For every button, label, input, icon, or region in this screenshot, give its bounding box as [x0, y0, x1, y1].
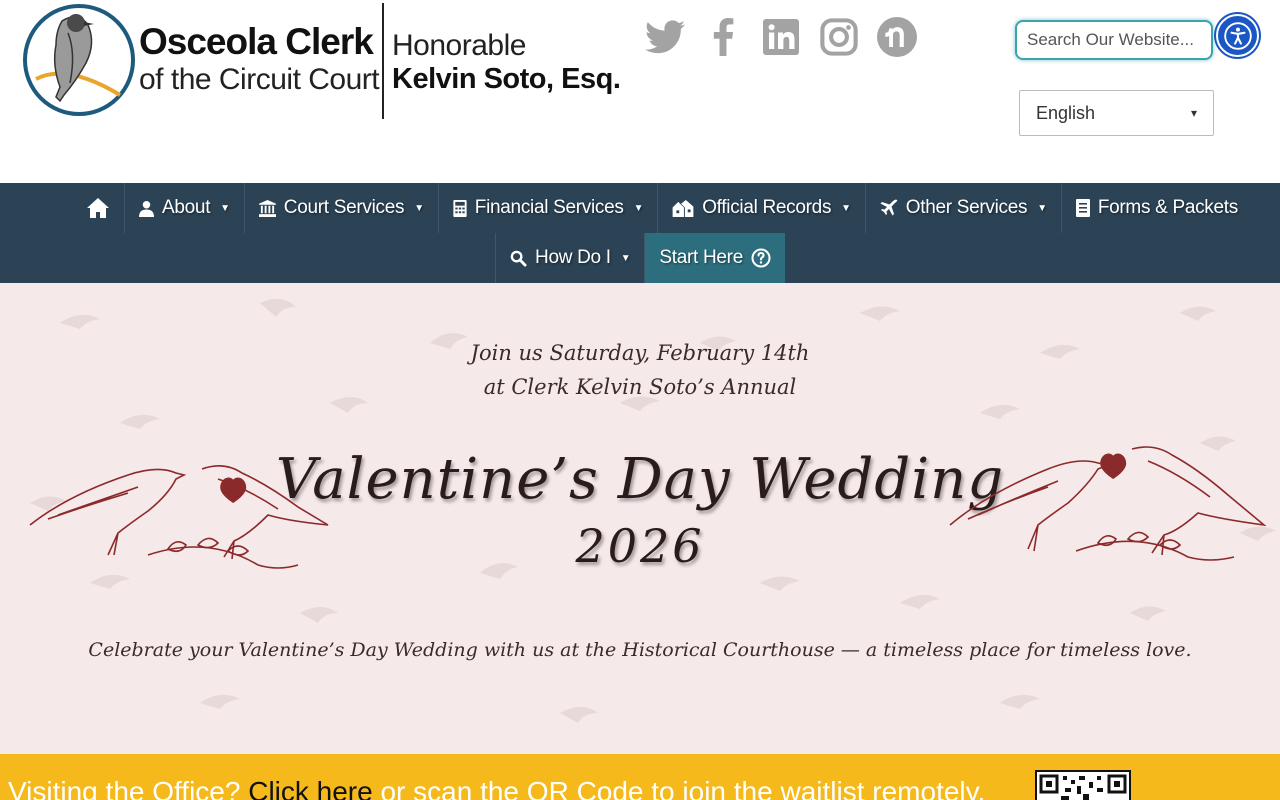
site-header: Osceola Clerk of the Circuit Court Honor… [0, 0, 1280, 183]
chevron-down-icon: ▼ [841, 202, 851, 214]
logo-clerk-name: Kelvin Soto, Esq. [392, 63, 621, 95]
nav-item-start-here[interactable]: Start Here [644, 233, 785, 283]
nav-item-court-services[interactable]: Court Services ▼ [243, 183, 438, 233]
courthouse-icon [258, 199, 276, 217]
site-logo[interactable]: Osceola Clerk of the Circuit Court Honor… [22, 3, 621, 121]
calculator-icon [453, 199, 467, 217]
hero-tagline: Celebrate your Valentine’s Day Wedding w… [88, 639, 1192, 661]
accessibility-icon [1223, 21, 1252, 50]
nav-item-about[interactable]: About ▼ [124, 183, 244, 233]
nav-label-financial-services: Financial Services [474, 197, 624, 218]
nav-row-secondary: How Do I ▼ Start Here [0, 233, 1280, 283]
hero-host-line: at Clerk Kelvin Soto’s Annual [483, 375, 797, 399]
accessibility-button[interactable] [1216, 14, 1259, 57]
hero-banner[interactable]: Join us Saturday, February 14th at Clerk… [0, 283, 1280, 754]
lovebirds-left-illustration [29, 465, 329, 569]
chevron-down-icon: ▼ [414, 202, 424, 214]
nav-item-other-services[interactable]: Other Services ▼ [864, 183, 1061, 233]
search-icon [510, 250, 527, 267]
houses-icon [672, 199, 694, 217]
waitlist-link[interactable]: Click here [248, 776, 372, 800]
twitter-icon [645, 20, 685, 54]
hero-date-line: Join us Saturday, February 14th [470, 341, 810, 365]
social-links [644, 15, 918, 59]
nav-label-other-services: Other Services [905, 197, 1028, 218]
clerk-seal-icon [23, 4, 135, 116]
nav-row-primary: About ▼ Court Services ▼ Financial Servi… [0, 183, 1280, 233]
nav-label-start-here: Start Here [659, 247, 743, 268]
language-select[interactable]: English ▾ [1019, 90, 1214, 136]
nextdoor-link[interactable] [876, 15, 918, 59]
nav-item-official-records[interactable]: Official Records ▼ [657, 183, 865, 233]
nav-label-about: About [162, 197, 211, 218]
language-selected: English [1036, 102, 1096, 123]
nav-item-home[interactable] [28, 183, 124, 233]
main-nav: About ▼ Court Services ▼ Financial Servi… [0, 183, 1280, 283]
plane-icon [880, 199, 898, 217]
nav-label-forms-packets: Forms & Packets [1097, 197, 1238, 218]
instagram-link[interactable] [818, 15, 860, 59]
nav-item-how-do-i[interactable]: How Do I ▼ [495, 233, 644, 283]
waitlist-suffix: or scan the QR Code to join the waitlist… [372, 776, 986, 800]
facebook-link[interactable] [702, 15, 744, 59]
nav-item-forms-packets[interactable]: Forms & Packets [1060, 183, 1252, 233]
lovebirds-right-illustration [949, 446, 1266, 561]
chevron-down-icon: ▾ [1190, 106, 1197, 120]
chevron-down-icon: ▼ [620, 252, 631, 264]
nav-label-official-records: Official Records [702, 197, 832, 218]
facebook-icon [713, 18, 734, 56]
qr-code [1035, 770, 1131, 800]
logo-subtitle: of the Circuit Court [139, 63, 380, 96]
waitlist-text: Visiting the Office? Click here or scan … [8, 776, 985, 800]
chevron-down-icon: ▼ [633, 202, 644, 214]
user-icon [139, 200, 155, 217]
chevron-down-icon: ▼ [220, 202, 230, 214]
nav-item-financial-services[interactable]: Financial Services ▼ [437, 183, 657, 233]
chevron-down-icon: ▼ [1037, 202, 1047, 214]
instagram-icon [820, 18, 858, 56]
search-input[interactable] [1015, 20, 1213, 60]
logo-honorific: Honorable [392, 29, 526, 62]
twitter-link[interactable] [644, 15, 686, 59]
document-icon [1075, 199, 1090, 217]
waitlist-banner: Visiting the Office? Click here or scan … [0, 754, 1280, 800]
nextdoor-icon [877, 17, 917, 57]
linkedin-link[interactable] [760, 15, 802, 59]
nav-label-court-services: Court Services [283, 197, 405, 218]
nav-label-how-do-i: How Do I [535, 247, 611, 268]
home-icon [87, 198, 110, 218]
logo-name: Osceola Clerk [139, 21, 374, 62]
logo-divider [382, 3, 384, 119]
waitlist-prefix: Visiting the Office? [8, 776, 249, 800]
linkedin-icon [763, 19, 799, 55]
question-circle-icon [751, 248, 771, 268]
